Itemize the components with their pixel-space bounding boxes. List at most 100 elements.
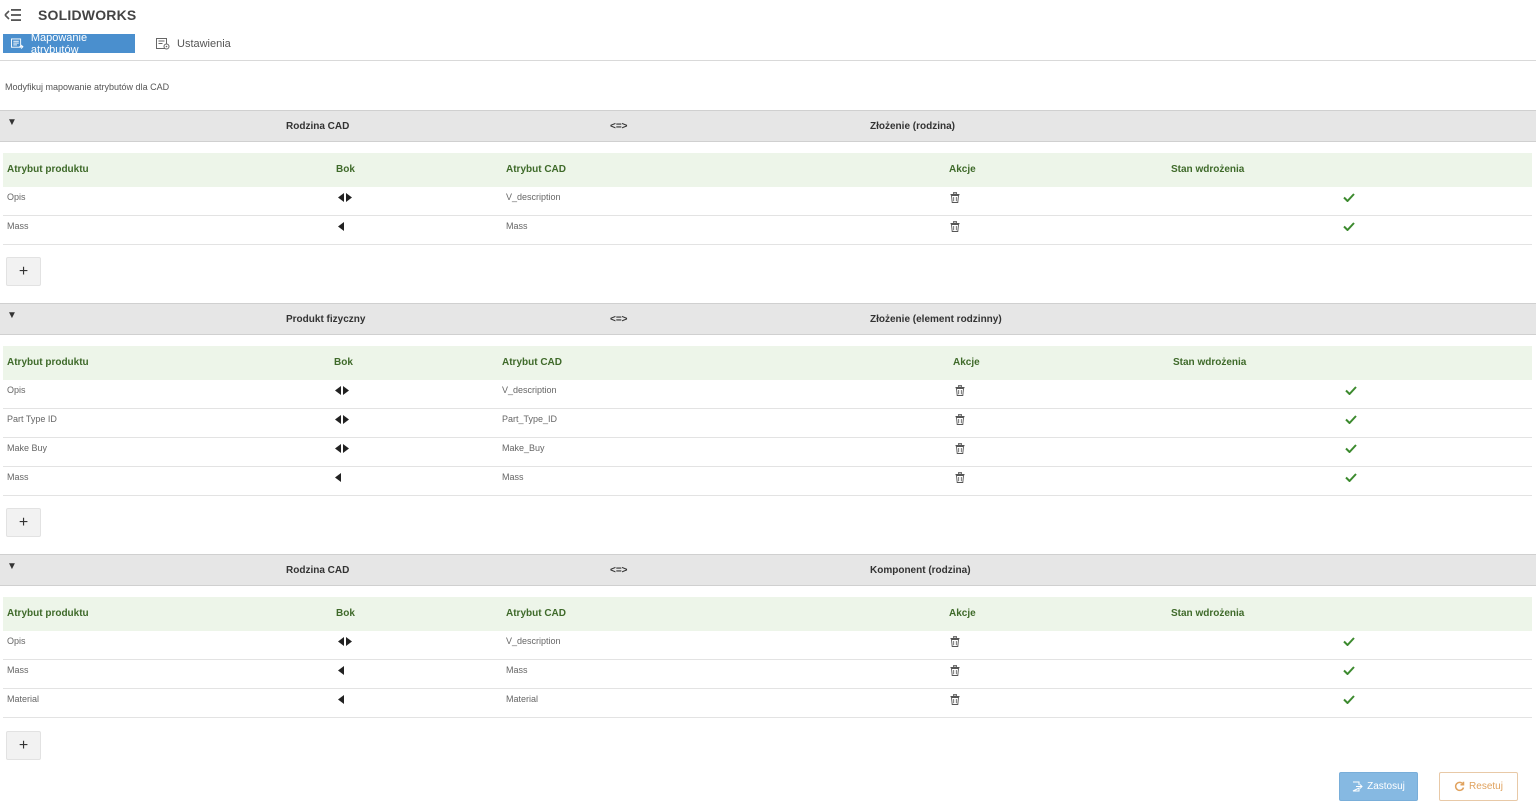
delete-button[interactable] (955, 414, 965, 427)
table-row: Opis V_description (3, 380, 1532, 409)
left-arrow-icon[interactable] (338, 695, 353, 705)
apply-label: Zastosuj (1367, 781, 1405, 792)
bidirectional-arrow-icon[interactable] (335, 444, 350, 454)
apply-icon (1352, 781, 1363, 792)
trash-icon[interactable] (955, 443, 965, 454)
bidirectional-arrow-icon[interactable] (338, 637, 353, 647)
table-row: Mass Mass (3, 660, 1532, 689)
group-left-label: Produkt fizyczny (286, 314, 366, 325)
status-indicator (1343, 666, 1355, 677)
col-side: Bok (334, 357, 353, 368)
delete-button[interactable] (950, 636, 960, 649)
product-attribute: Make Buy (7, 443, 48, 453)
product-attribute: Mass (7, 472, 29, 482)
add-row-button[interactable]: + (6, 731, 41, 760)
tab-label: Mapowanie atrybutów (30, 31, 88, 56)
group-right-label: Złożenie (rodzina) (870, 121, 955, 132)
status-indicator (1343, 222, 1355, 233)
col-cad-attr: Atrybut CAD (506, 608, 566, 619)
direction-toggle[interactable] (335, 444, 350, 456)
top-bar: SOLIDWORKS Mapowanie atrybutów Ustawieni… (0, 0, 1536, 61)
col-side: Bok (336, 164, 355, 175)
delete-button[interactable] (950, 694, 960, 707)
back-menu-icon[interactable] (4, 7, 22, 23)
status-indicator (1345, 473, 1357, 484)
col-actions: Akcje (949, 164, 976, 175)
trash-icon[interactable] (955, 414, 965, 425)
direction-toggle[interactable] (338, 193, 353, 205)
direction-toggle[interactable] (335, 415, 350, 427)
status-indicator (1345, 415, 1357, 426)
group-arrow: <=> (610, 314, 628, 325)
bidirectional-arrow-icon[interactable] (335, 415, 350, 425)
add-row-button[interactable]: + (6, 257, 41, 286)
direction-toggle[interactable] (335, 473, 350, 485)
direction-toggle[interactable] (335, 386, 350, 398)
col-product-attr: Atrybut produktu (7, 608, 89, 619)
check-icon (1343, 222, 1355, 232)
tab-settings[interactable]: Ustawienia (148, 34, 237, 53)
cad-attribute: Mass (502, 472, 524, 482)
status-indicator (1343, 695, 1355, 706)
product-attribute: Opis (7, 192, 26, 202)
table-row: Part Type ID Part_Type_ID (3, 409, 1532, 438)
direction-toggle[interactable] (338, 637, 353, 649)
group-left-label: Rodzina CAD (286, 121, 350, 132)
delete-button[interactable] (950, 192, 960, 205)
group-right-label: Komponent (rodzina) (870, 565, 971, 576)
direction-toggle[interactable] (338, 695, 353, 707)
delete-button[interactable] (950, 221, 960, 234)
col-side: Bok (336, 608, 355, 619)
col-product-attr: Atrybut produktu (7, 164, 89, 175)
trash-icon[interactable] (950, 192, 960, 203)
reset-button[interactable]: Resetuj (1439, 772, 1518, 801)
collapse-caret-icon[interactable]: ▼ (7, 561, 17, 572)
status-indicator (1345, 444, 1357, 455)
reset-label: Resetuj (1469, 781, 1503, 792)
col-actions: Akcje (949, 608, 976, 619)
bidirectional-arrow-icon[interactable] (338, 193, 353, 203)
table-header: Atrybut produktu Bok Atrybut CAD Akcje S… (3, 597, 1532, 631)
trash-icon[interactable] (950, 665, 960, 676)
trash-icon[interactable] (950, 636, 960, 647)
group-header: ▼ Rodzina CAD <=> Komponent (rodzina) (0, 554, 1536, 586)
trash-icon[interactable] (955, 472, 965, 483)
mapping-icon (11, 37, 24, 49)
left-arrow-icon[interactable] (338, 666, 353, 676)
delete-button[interactable] (955, 472, 965, 485)
delete-button[interactable] (955, 443, 965, 456)
tab-attribute-mapping[interactable]: Mapowanie atrybutów (3, 31, 135, 56)
delete-button[interactable] (955, 385, 965, 398)
trash-icon[interactable] (950, 694, 960, 705)
status-indicator (1345, 386, 1357, 397)
page-subtitle: Modyfikuj mapowanie atrybutów dla CAD (5, 82, 170, 92)
col-cad-attr: Atrybut CAD (506, 164, 566, 175)
bidirectional-arrow-icon[interactable] (335, 386, 350, 396)
table-header: Atrybut produktu Bok Atrybut CAD Akcje S… (3, 346, 1532, 380)
add-row-button[interactable]: + (6, 508, 41, 537)
check-icon (1345, 473, 1357, 483)
table-row: Mass Mass (3, 216, 1532, 245)
left-arrow-icon[interactable] (335, 473, 350, 483)
product-attribute: Mass (7, 221, 29, 231)
table-row: Opis V_description (3, 187, 1532, 216)
refresh-icon (1454, 781, 1465, 792)
collapse-caret-icon[interactable]: ▼ (7, 117, 17, 128)
direction-toggle[interactable] (338, 666, 353, 678)
left-arrow-icon[interactable] (338, 222, 353, 232)
trash-icon[interactable] (955, 385, 965, 396)
direction-toggle[interactable] (338, 222, 353, 234)
table-header: Atrybut produktu Bok Atrybut CAD Akcje S… (3, 153, 1532, 187)
table-row: Opis V_description (3, 631, 1532, 660)
status-indicator (1343, 637, 1355, 648)
delete-button[interactable] (950, 665, 960, 678)
trash-icon[interactable] (950, 221, 960, 232)
apply-button[interactable]: Zastosuj (1339, 772, 1418, 801)
col-product-attr: Atrybut produktu (7, 357, 89, 368)
status-indicator (1343, 193, 1355, 204)
cad-attribute: V_description (506, 192, 561, 202)
collapse-caret-icon[interactable]: ▼ (7, 310, 17, 321)
product-attribute: Opis (7, 385, 26, 395)
col-status: Stan wdrożenia (1173, 357, 1247, 368)
col-actions: Akcje (953, 357, 980, 368)
